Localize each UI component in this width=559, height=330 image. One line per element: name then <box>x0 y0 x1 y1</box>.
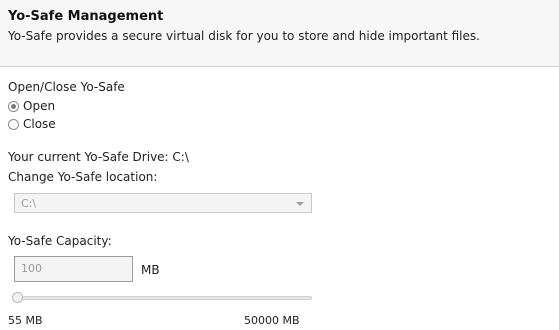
header: Yo-Safe Management Yo-Safe provides a se… <box>0 0 559 67</box>
radio-open-label: Open <box>23 99 56 113</box>
change-location-label: Change Yo-Safe location: <box>8 170 158 184</box>
chevron-down-icon <box>296 202 304 206</box>
location-select[interactable]: C:\ <box>14 193 312 213</box>
capacity-unit: MB <box>141 263 160 277</box>
page-title: Yo-Safe Management <box>8 9 164 24</box>
radio-open[interactable] <box>8 100 19 112</box>
radio-close[interactable] <box>8 118 19 130</box>
capacity-input-value: 100 <box>21 262 42 275</box>
page-subtitle: Yo-Safe provides a secure virtual disk f… <box>8 29 480 43</box>
capacity-input[interactable]: 100 <box>14 256 133 282</box>
location-select-value: C:\ <box>21 197 37 210</box>
toggle-label: Open/Close Yo-Safe <box>8 80 125 94</box>
capacity-label: Yo-Safe Capacity: <box>8 234 112 248</box>
radio-close-row[interactable]: Close <box>8 117 56 131</box>
slider-min-label: 55 MB <box>8 314 43 327</box>
capacity-slider-handle[interactable] <box>12 292 23 303</box>
radio-open-row[interactable]: Open <box>8 99 55 113</box>
radio-close-label: Close <box>23 117 56 131</box>
capacity-slider-track[interactable] <box>14 296 312 300</box>
slider-max-label: 50000 MB <box>244 314 300 327</box>
current-drive-label: Your current Yo-Safe Drive: C:\ <box>8 150 189 164</box>
